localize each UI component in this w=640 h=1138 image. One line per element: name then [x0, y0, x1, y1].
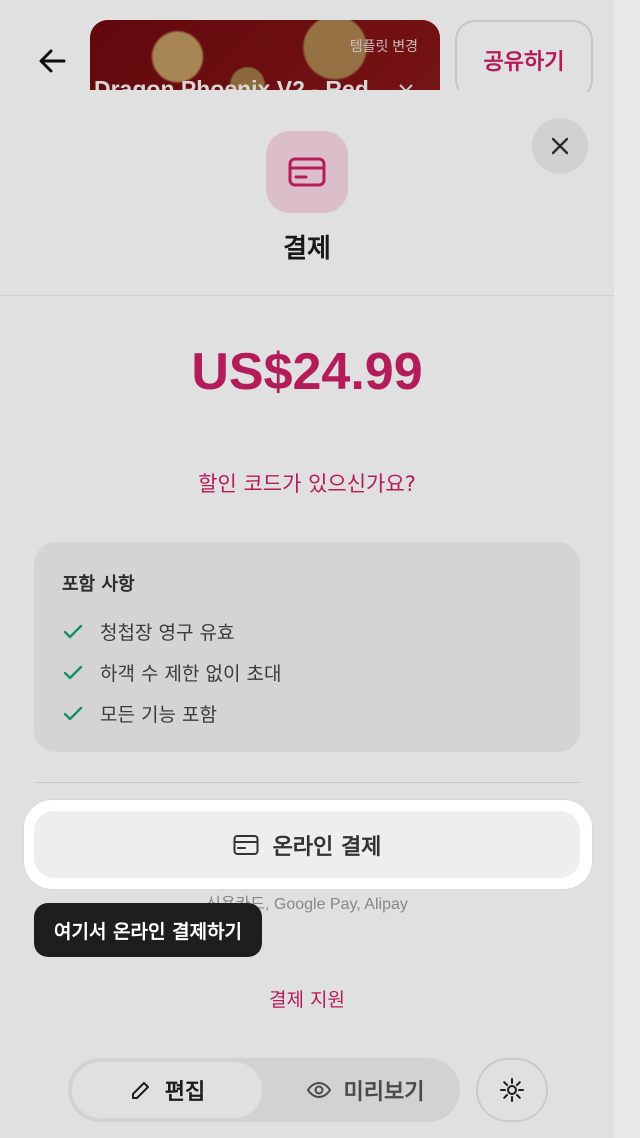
online-payment-label: 온라인 결제	[272, 834, 382, 860]
tour-tooltip: 여기서 온라인 결제하기	[34, 903, 263, 957]
side-edge	[614, 0, 640, 1138]
credit-card-icon	[233, 834, 259, 855]
online-payment-button[interactable]: 온라인 결제	[34, 811, 580, 878]
tour-overlay	[0, 0, 614, 1138]
